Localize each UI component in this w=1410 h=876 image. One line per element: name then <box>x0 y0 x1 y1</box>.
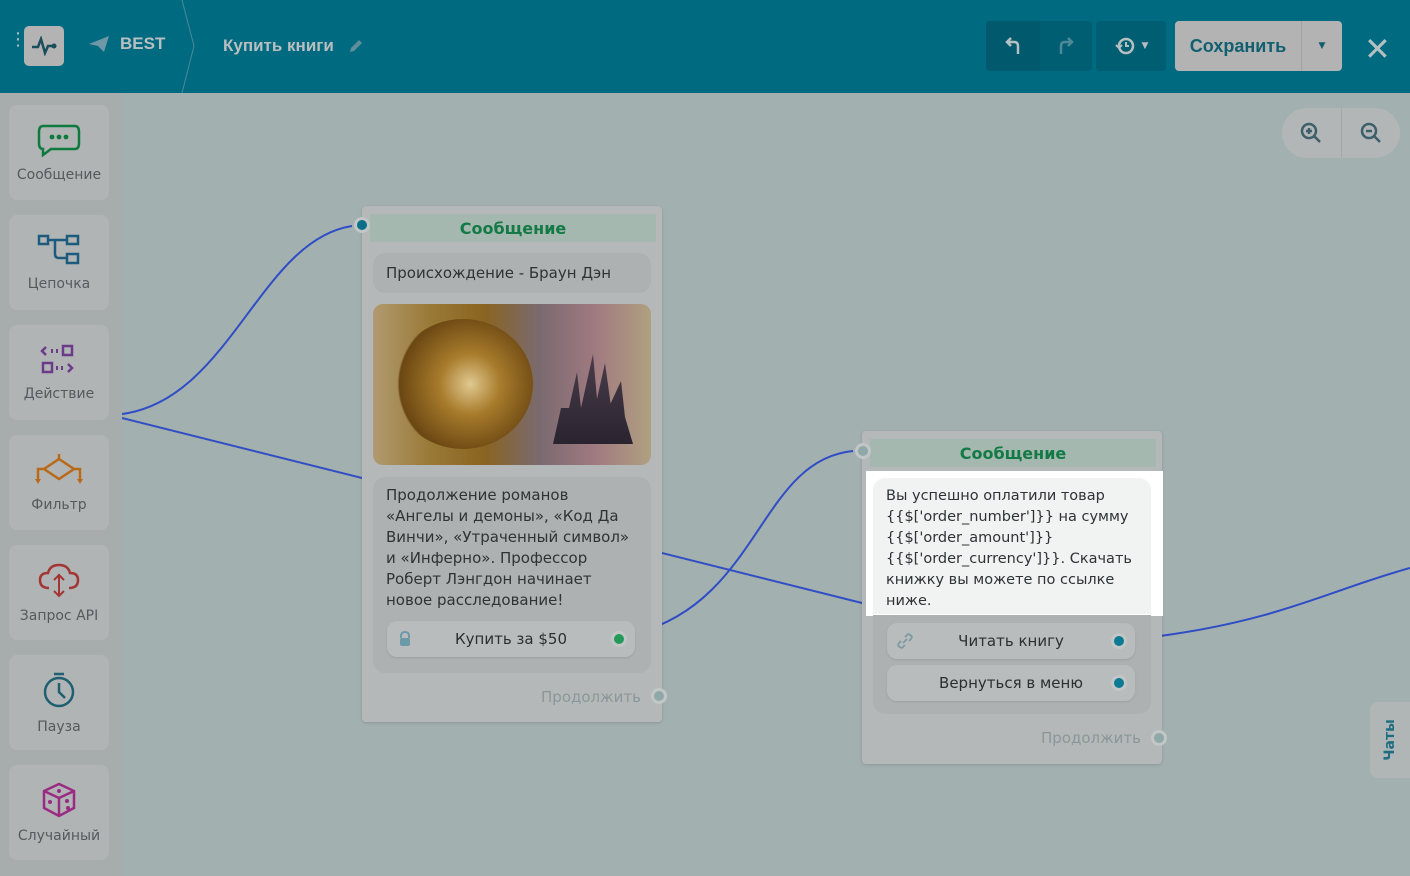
tool-label: Действие <box>23 385 95 402</box>
zoom-out-icon <box>1360 122 1381 143</box>
output-port[interactable] <box>1111 675 1127 691</box>
chevron-down-icon: ▼ <box>1318 41 1326 51</box>
input-port[interactable] <box>855 443 871 459</box>
tool-label: Цепочка <box>27 275 91 292</box>
tool-pause[interactable]: Пауза <box>9 655 109 750</box>
tool-random[interactable]: Случайный <box>9 765 109 860</box>
tool-message[interactable]: Сообщение <box>9 105 109 200</box>
tool-api-request[interactable]: Запрос API <box>9 545 109 640</box>
telegram-icon <box>89 36 109 52</box>
tool-label: Случайный <box>17 827 101 844</box>
chats-tab[interactable]: Чаты <box>1370 702 1410 778</box>
save-button-group: Сохранить ▼ <box>1175 21 1342 71</box>
connections <box>121 225 1410 637</box>
pencil-icon[interactable] <box>348 38 364 54</box>
zoom-controls <box>1282 108 1400 158</box>
filter-icon <box>35 453 83 484</box>
save-button[interactable]: Сохранить <box>1175 21 1302 71</box>
lock-icon <box>400 631 410 646</box>
breadcrumb-separator <box>181 0 195 93</box>
action-icon <box>40 344 74 373</box>
output-port[interactable] <box>611 631 627 647</box>
tool-label: Пауза <box>37 718 81 735</box>
button-label: Купить за $50 <box>455 630 567 648</box>
redo-icon <box>1059 37 1074 54</box>
message-node[interactable]: Сообщение Происхождение - Браун Дэн Прод… <box>354 206 667 722</box>
chevron-down-icon: ▼ <box>1141 41 1149 51</box>
tool-filter[interactable]: Фильтр <box>9 435 109 530</box>
chats-label: Чаты <box>1382 719 1399 761</box>
continue-port[interactable] <box>651 688 667 704</box>
message-icon <box>37 124 81 157</box>
close-icon[interactable]: ✕ <box>1364 30 1391 68</box>
tool-label: Запрос API <box>19 607 99 624</box>
menu-dots-icon[interactable]: ⋮ <box>9 31 27 49</box>
undo-icon <box>1005 37 1020 54</box>
api-icon <box>38 563 80 597</box>
read-book-button[interactable]: Читать книгу <box>887 623 1135 659</box>
tool-label: Фильтр <box>31 496 87 513</box>
continue-label: Продолжить <box>541 688 641 706</box>
history-icon <box>1114 37 1134 55</box>
history-buttons <box>986 21 1092 71</box>
node-title: Сообщение <box>870 439 1156 467</box>
node-title: Сообщение <box>370 214 656 242</box>
zoom-out-button[interactable] <box>1342 108 1401 158</box>
tool-sidebar: Сообщение Цепочка Действие Фильтр Запрос… <box>0 93 122 876</box>
button-label: Вернуться в меню <box>939 674 1083 692</box>
app-logo[interactable] <box>24 26 64 66</box>
flow-title[interactable]: Купить книги <box>223 36 364 56</box>
version-history-button[interactable]: ▼ <box>1096 21 1166 71</box>
back-to-menu-button[interactable]: Вернуться в меню <box>887 665 1135 701</box>
clock-icon <box>43 672 75 707</box>
node-heading: Происхождение - Браун Дэн <box>373 253 651 293</box>
redo-button[interactable] <box>1040 21 1092 71</box>
flow-title-text: Купить книги <box>223 36 334 55</box>
buy-button[interactable]: Купить за $50 <box>387 621 635 657</box>
zoom-in-button[interactable] <box>1282 108 1342 158</box>
zoom-in-icon <box>1301 122 1322 143</box>
tool-action[interactable]: Действие <box>9 325 109 420</box>
node-image <box>373 304 651 465</box>
button-label: Читать книгу <box>958 632 1064 650</box>
bot-selector[interactable]: BEST <box>88 34 165 54</box>
top-bar: ⋮ BEST Купить книги ▼ Сохранить ▼ ✕ <box>0 0 1410 93</box>
bot-name: BEST <box>120 34 166 53</box>
continue-port[interactable] <box>1151 730 1167 746</box>
node-text: Вы успешно оплатили товар {{$['order_num… <box>873 478 1151 614</box>
dice-icon <box>42 782 76 817</box>
output-port[interactable] <box>1111 633 1127 649</box>
save-options-button[interactable]: ▼ <box>1302 21 1342 71</box>
tool-chain[interactable]: Цепочка <box>9 215 109 310</box>
chain-icon <box>37 234 80 264</box>
input-port[interactable] <box>354 217 370 233</box>
tool-label: Сообщение <box>16 166 102 183</box>
link-icon <box>897 633 913 649</box>
continue-label: Продолжить <box>1041 729 1141 747</box>
undo-button[interactable] <box>986 21 1040 71</box>
message-node[interactable]: Сообщение Вы успешно оплатили товар {{$[… <box>855 431 1167 764</box>
node-text: Продолжение романов «Ангелы и демоны», «… <box>386 486 630 609</box>
